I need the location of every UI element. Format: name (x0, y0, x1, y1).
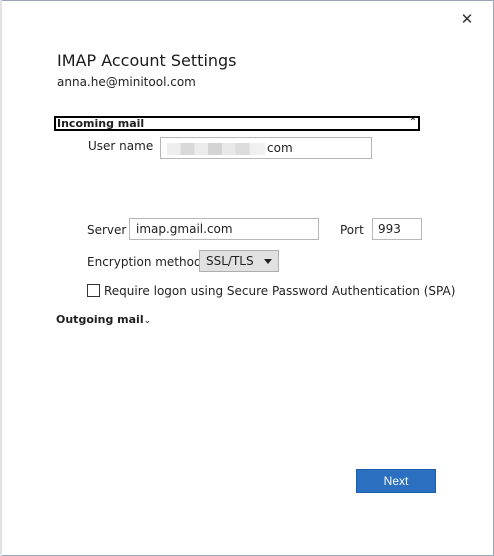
outgoing-mail-section-header[interactable]: Outgoing mail⌄ (56, 313, 151, 326)
spa-checkbox[interactable] (87, 284, 100, 297)
port-label: Port (340, 223, 364, 237)
redacted-username (167, 142, 265, 155)
next-button[interactable]: Next (356, 469, 436, 493)
chevron-up-icon: ⌃ (408, 117, 417, 128)
server-label: Server (87, 223, 127, 237)
chevron-down-icon: ⌄ (143, 316, 152, 326)
page-title: IMAP Account Settings (57, 51, 237, 70)
username-field[interactable]: com (160, 137, 372, 159)
spa-label[interactable]: Require logon using Secure Password Auth… (104, 284, 455, 298)
close-icon: ✕ (460, 10, 474, 28)
username-label: User name (88, 139, 154, 153)
encryption-selected-value: SSL/TLS (206, 254, 254, 268)
username-visible-text: com (267, 141, 293, 155)
server-field[interactable]: imap.gmail.com (129, 218, 319, 240)
incoming-mail-label: Incoming mail (57, 117, 145, 130)
dropdown-arrow-icon (264, 259, 272, 264)
encryption-label: Encryption method (87, 255, 202, 269)
close-button[interactable]: ✕ (455, 8, 479, 30)
encryption-method-select[interactable]: SSL/TLS (199, 250, 279, 272)
incoming-mail-section-header[interactable]: Incoming mail ⌃ (54, 116, 420, 131)
window-edge (0, 0, 2, 556)
outgoing-mail-label: Outgoing mail (56, 313, 144, 326)
account-email: anna.he@minitool.com (57, 75, 196, 89)
port-field[interactable]: 993 (372, 218, 422, 240)
